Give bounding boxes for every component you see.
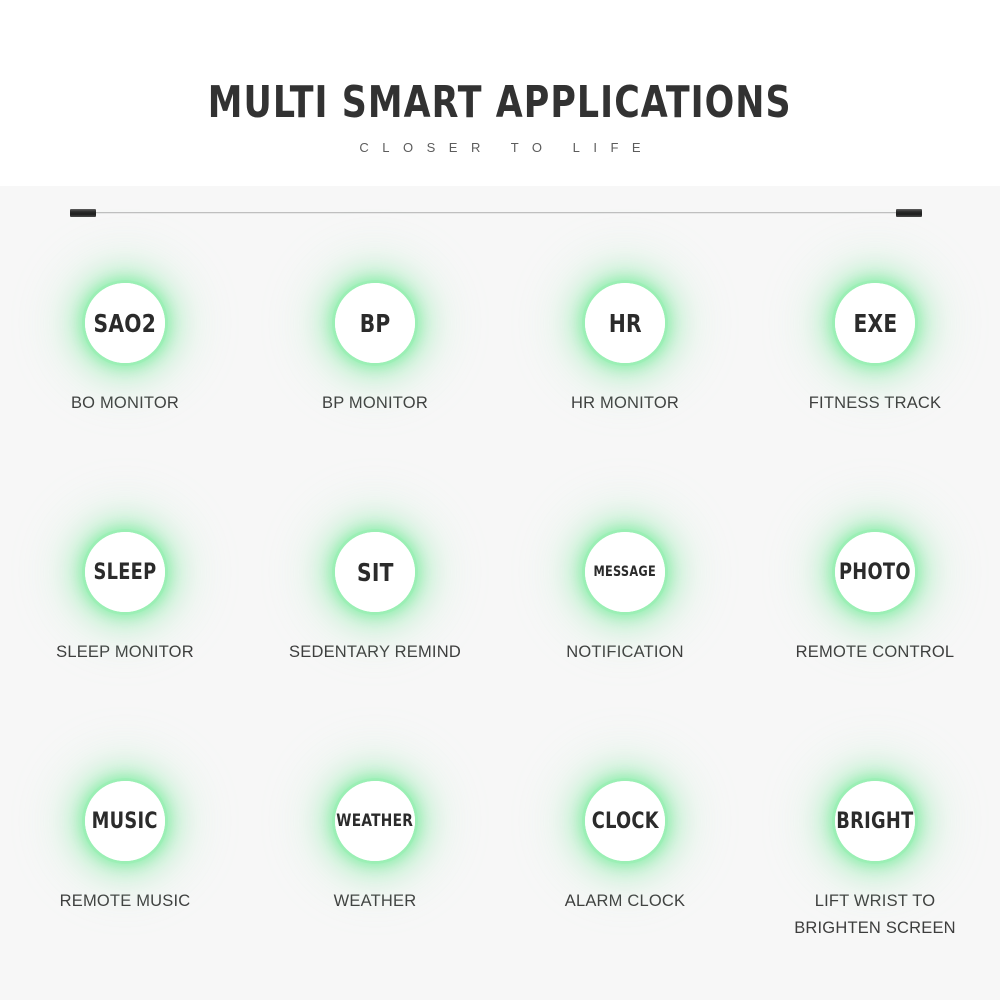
feature-item[interactable]: CLOCK ALARM CLOCK: [500, 751, 750, 1000]
feature-icon-text: BP: [359, 308, 391, 338]
feature-item[interactable]: PHOTO REMOTE CONTROL: [750, 502, 1000, 751]
feature-caption: BO MONITOR: [70, 394, 180, 412]
feature-item[interactable]: EXE FITNESS TRACK: [750, 253, 1000, 502]
feature-icon-badge[interactable]: BRIGHT: [835, 781, 915, 861]
feature-icon-badge[interactable]: PHOTO: [835, 532, 915, 612]
feature-item[interactable]: HR HR MONITOR: [500, 253, 750, 502]
feature-item[interactable]: SLEEP SLEEP MONITOR: [0, 502, 250, 751]
feature-icon-text: HR: [608, 308, 642, 338]
feature-caption: WEATHER: [333, 892, 417, 910]
feature-item[interactable]: WEATHER WEATHER: [250, 751, 500, 1000]
feature-icon-badge[interactable]: SAO2: [85, 283, 165, 363]
feature-icon-badge[interactable]: CLOCK: [585, 781, 665, 861]
feature-icon-badge[interactable]: WEATHER: [335, 781, 415, 861]
feature-caption: BP MONITOR: [322, 394, 428, 412]
divider-line: [70, 212, 922, 214]
feature-icon-badge[interactable]: SIT: [335, 532, 415, 612]
feature-item[interactable]: BRIGHT LIFT WRIST TO BRIGHTEN SCREEN: [750, 751, 1000, 1000]
feature-caption: SLEEP MONITOR: [56, 643, 194, 661]
divider-cap-right: [896, 209, 922, 217]
feature-caption: ALARM CLOCK: [564, 892, 686, 910]
feature-icon-badge[interactable]: EXE: [835, 283, 915, 363]
feature-caption: HR MONITOR: [570, 394, 680, 412]
feature-item[interactable]: MESSAGE NOTIFICATION: [500, 502, 750, 751]
feature-caption: NOTIFICATION: [566, 643, 684, 661]
header-band: MULTI SMART APPLICATIONS CLOSER TO LIFE: [0, 0, 1000, 186]
feature-icon-badge[interactable]: HR: [585, 283, 665, 363]
feature-icon-text: BRIGHT: [836, 808, 914, 834]
feature-icon-text: EXE: [852, 308, 898, 338]
feature-caption: REMOTE MUSIC: [59, 892, 191, 910]
feature-caption: SEDENTARY REMIND: [289, 643, 461, 661]
feature-icon-text: CLOCK: [591, 808, 659, 834]
feature-icon-text: SIT: [356, 557, 394, 587]
feature-icon-text: SLEEP: [93, 559, 157, 585]
section-divider: [70, 208, 922, 218]
feature-icon-text: MESSAGE: [593, 564, 657, 580]
feature-icon-text: MUSIC: [91, 808, 159, 834]
feature-caption: REMOTE CONTROL: [795, 643, 955, 661]
feature-item[interactable]: SAO2 BO MONITOR: [0, 253, 250, 502]
feature-icon-text: WEATHER: [336, 811, 414, 831]
divider-cap-left: [70, 209, 96, 217]
feature-icon-text: SAO2: [93, 308, 157, 338]
feature-icon-badge[interactable]: MESSAGE: [585, 532, 665, 612]
feature-icon-badge[interactable]: SLEEP: [85, 532, 165, 612]
feature-item[interactable]: SIT SEDENTARY REMIND: [250, 502, 500, 751]
page-subtitle: CLOSER TO LIFE: [359, 140, 655, 155]
feature-item[interactable]: BP BP MONITOR: [250, 253, 500, 502]
feature-caption: FITNESS TRACK: [808, 394, 942, 412]
feature-icon-badge[interactable]: BP: [335, 283, 415, 363]
feature-caption: LIFT WRIST TO BRIGHTEN SCREEN: [794, 892, 956, 937]
feature-item[interactable]: MUSIC REMOTE MUSIC: [0, 751, 250, 1000]
feature-icon-badge[interactable]: MUSIC: [85, 781, 165, 861]
page-title: MULTI SMART APPLICATIONS: [208, 77, 792, 128]
feature-grid: SAO2 BO MONITOR BP BP MONITOR HR HR MONITOR EX…: [0, 253, 1000, 1000]
feature-icon-text: PHOTO: [839, 559, 911, 585]
